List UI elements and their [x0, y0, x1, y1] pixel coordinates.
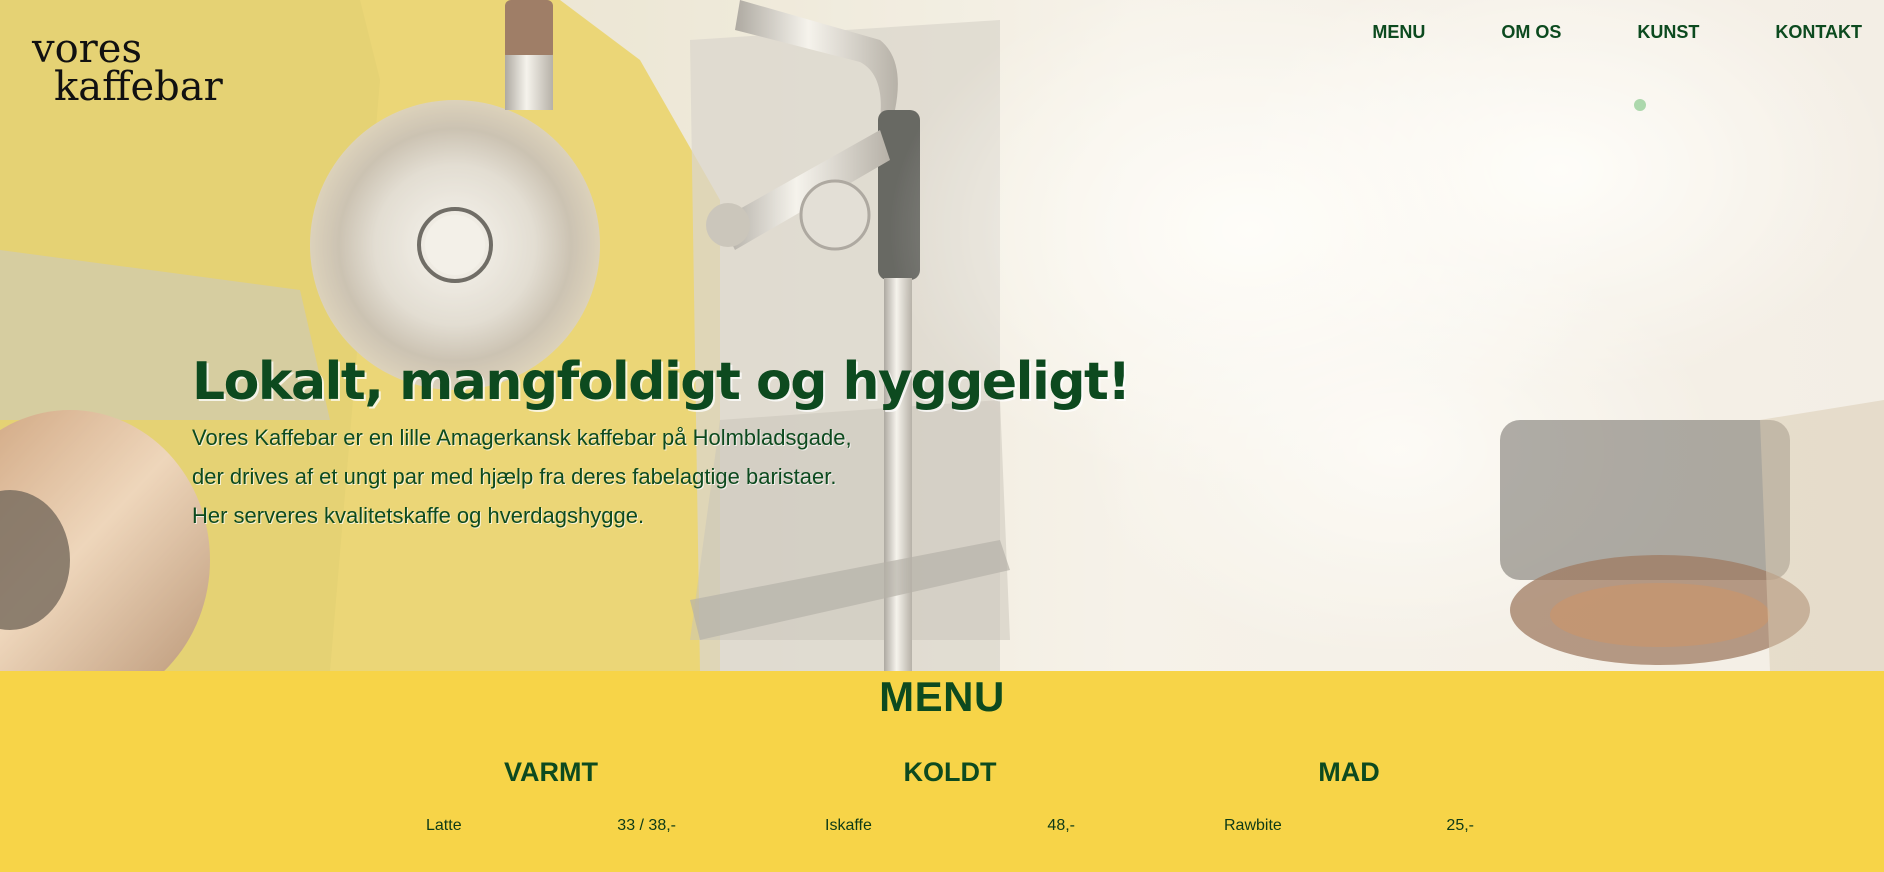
nav-item-kontakt[interactable]: KONTAKT [1775, 18, 1862, 46]
menu-item-row: Rawbite 25,- [1224, 817, 1474, 835]
menu-item-price: 25,- [1446, 817, 1474, 834]
menu-item-name: Rawbite [1224, 817, 1282, 834]
hero-overlay [0, 0, 1884, 671]
menu-item-row: Iskaffe 48,- [825, 817, 1075, 835]
hero-title: Lokalt, mangfoldigt og hyggeligt! [192, 352, 1131, 412]
menu-item-name: Latte [426, 817, 462, 834]
hero-description: Vores Kaffebar er en lille Amagerkansk k… [192, 418, 972, 535]
menu-column-heading: KOLDT [903, 757, 997, 787]
hero-description-line: Vores Kaffebar er en lille Amagerkansk k… [192, 425, 852, 450]
nav-item-kunst[interactable]: KUNST [1637, 18, 1699, 46]
hero-description-line: der drives af et ungt par med hjælp fra … [192, 464, 837, 489]
brand-logo[interactable]: vores kaffebar [32, 26, 223, 110]
menu-item-price: 33 / 38,- [617, 817, 676, 834]
menu-column-varmt: VARMT Latte 33 / 38,- [426, 757, 676, 834]
menu-column-mad: MAD Rawbite 25,- [1224, 757, 1474, 834]
nav-item-om-os[interactable]: OM OS [1501, 18, 1561, 46]
logo-line-2: kaffebar [54, 64, 223, 110]
menu-item-row: Latte 33 / 38,- [426, 817, 676, 835]
top-navigation: MENU OM OS KUNST KONTAKT [1372, 18, 1862, 46]
menu-title: MENU [879, 673, 1005, 720]
menu-column-heading: VARMT [504, 757, 598, 787]
logo-line-1: vores [32, 26, 142, 72]
menu-section: MENU VARMT Latte 33 / 38,- KOLDT Iskaffe… [0, 671, 1884, 872]
hero-section: vores kaffebar MENU OM OS KUNST KONTAKT … [0, 0, 1884, 671]
menu-item-price: 48,- [1047, 817, 1075, 834]
menu-column-koldt: KOLDT Iskaffe 48,- [825, 757, 1075, 834]
nav-item-menu[interactable]: MENU [1372, 18, 1425, 46]
hero-description-line: Her serveres kvalitetskaffe og hverdagsh… [192, 503, 645, 528]
menu-column-heading: MAD [1318, 757, 1380, 787]
menu-item-name: Iskaffe [825, 817, 872, 834]
